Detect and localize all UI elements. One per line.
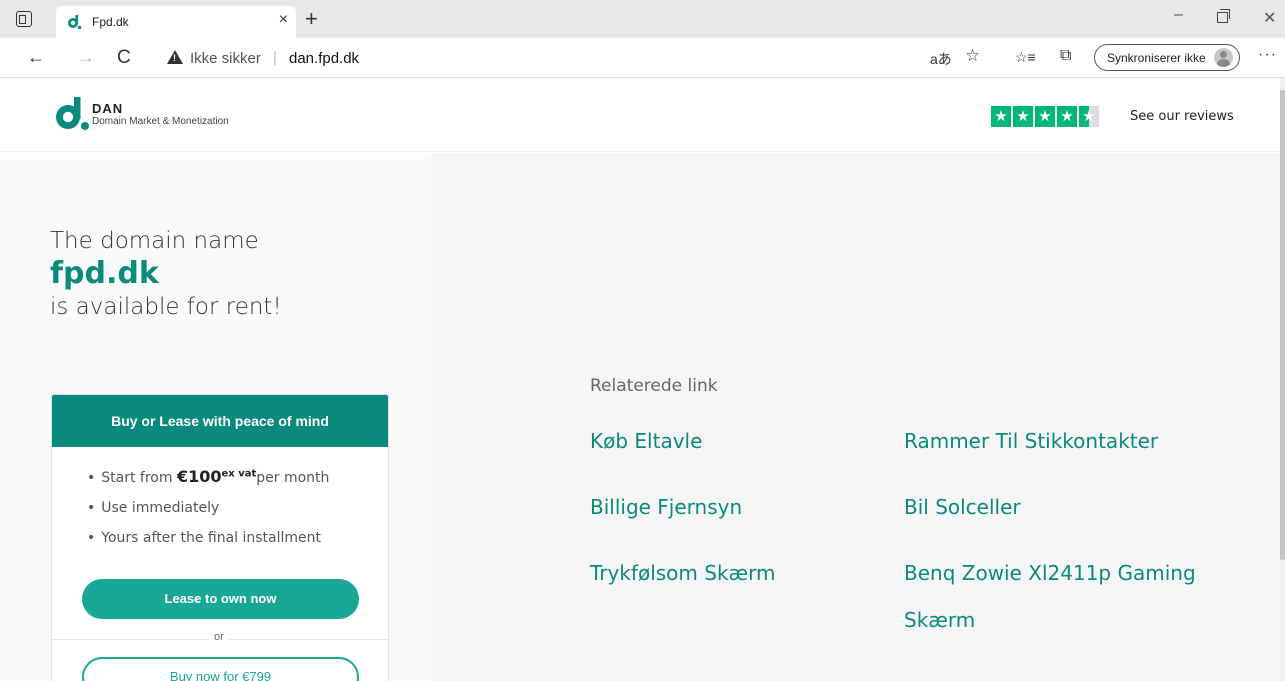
or-label: or	[209, 631, 229, 643]
read-aloud-icon[interactable]: aあ	[930, 49, 952, 69]
avatar	[1214, 48, 1233, 67]
list-item: Start from €100ex vatper month	[87, 467, 329, 486]
offer-card: Buy or Lease with peace of mind Start fr…	[51, 394, 389, 681]
profile-sync-button[interactable]: Synkroniserer ikke	[1094, 44, 1240, 71]
favorites-icon[interactable]: ☆≡	[1015, 49, 1036, 66]
related-link[interactable]: Rammer Til Stikkontakter	[904, 418, 1158, 465]
price-suffix: per month	[256, 470, 330, 486]
more-options-icon[interactable]: ···	[1258, 46, 1277, 64]
warning-icon[interactable]	[167, 50, 183, 64]
reload-icon[interactable]: C	[117, 47, 131, 69]
related-link[interactable]: Billige Fjernsyn	[590, 484, 742, 531]
page-content: DAN Domain Market & Monetization ★ ★ ★ ★…	[0, 78, 1280, 681]
see-reviews-link[interactable]: See our reviews	[1130, 109, 1234, 124]
star-icon: ★	[1057, 106, 1077, 127]
new-tab-button[interactable]: +	[305, 6, 318, 32]
domain-name: fpd.dk	[50, 256, 159, 291]
offer-card-heading: Buy or Lease with peace of mind	[52, 395, 388, 447]
logo-name: DAN	[92, 101, 124, 116]
sync-label: Synkroniserer ikke	[1107, 51, 1206, 65]
related-link[interactable]: Køb Eltavle	[590, 418, 702, 465]
dan-logo-icon[interactable]	[54, 97, 90, 131]
star-icon: ★	[1035, 106, 1055, 127]
collections-icon[interactable]: ⧉	[1060, 47, 1071, 65]
star-icon: ★	[1013, 106, 1033, 127]
tab-close-icon[interactable]: ×	[279, 11, 288, 29]
logo-tagline: Domain Market & Monetization	[92, 116, 229, 127]
price-prefix: Start from	[101, 470, 177, 486]
browser-tab[interactable]: Fpd.dk ×	[56, 6, 296, 38]
hero-line-1: The domain name	[50, 228, 259, 254]
site-favicon-icon	[68, 15, 82, 30]
back-arrow-icon[interactable]: ←	[27, 47, 45, 68]
restore-window-icon[interactable]	[1217, 9, 1230, 23]
related-link[interactable]: Benq Zowie Xl2411p Gaming Skærm	[904, 550, 1234, 644]
star-icon: ★	[991, 106, 1011, 127]
url-text[interactable]: dan.fpd.dk	[289, 50, 359, 67]
hero-line-2: is available for rent!	[50, 294, 282, 320]
related-links-title: Relaterede link	[590, 376, 718, 396]
half-star-icon: ★	[1079, 106, 1099, 127]
minimize-icon[interactable]: –	[1174, 6, 1183, 24]
url-separator: |	[273, 49, 277, 66]
related-link[interactable]: Trykfølsom Skærm	[590, 550, 776, 597]
tab-title: Fpd.dk	[92, 15, 129, 29]
site-header: DAN Domain Market & Monetization ★ ★ ★ ★…	[0, 78, 1280, 152]
trustpilot-rating[interactable]: ★ ★ ★ ★ ★	[991, 106, 1099, 128]
address-bar[interactable]: Ikke sikker | dan.fpd.dk	[153, 44, 913, 72]
add-favorite-icon[interactable]: ☆	[965, 46, 980, 66]
tab-actions-icon[interactable]	[16, 11, 32, 27]
lease-to-own-button[interactable]: Lease to own now	[82, 579, 359, 619]
related-link[interactable]: Bil Solceller	[904, 484, 1021, 531]
price-note: ex vat	[221, 468, 257, 480]
browser-toolbar: ← → C Ikke sikker | dan.fpd.dk aあ ☆ ☆≡ ⧉…	[0, 38, 1285, 78]
or-divider: or	[52, 631, 388, 647]
list-item: Yours after the final installment	[87, 530, 329, 546]
list-item: Use immediately	[87, 500, 329, 516]
security-label[interactable]: Ikke sikker	[190, 50, 261, 67]
price-value: €100	[176, 467, 222, 486]
forward-arrow-icon[interactable]: →	[77, 47, 95, 68]
browser-tab-bar: Fpd.dk × + – ✕	[0, 0, 1285, 38]
offer-benefits-list: Start from €100ex vatper month Use immed…	[87, 467, 329, 560]
close-window-icon[interactable]: ✕	[1263, 8, 1276, 28]
buy-now-button[interactable]: Buy now for €799	[82, 657, 359, 681]
page-scrollbar[interactable]	[1280, 78, 1285, 681]
